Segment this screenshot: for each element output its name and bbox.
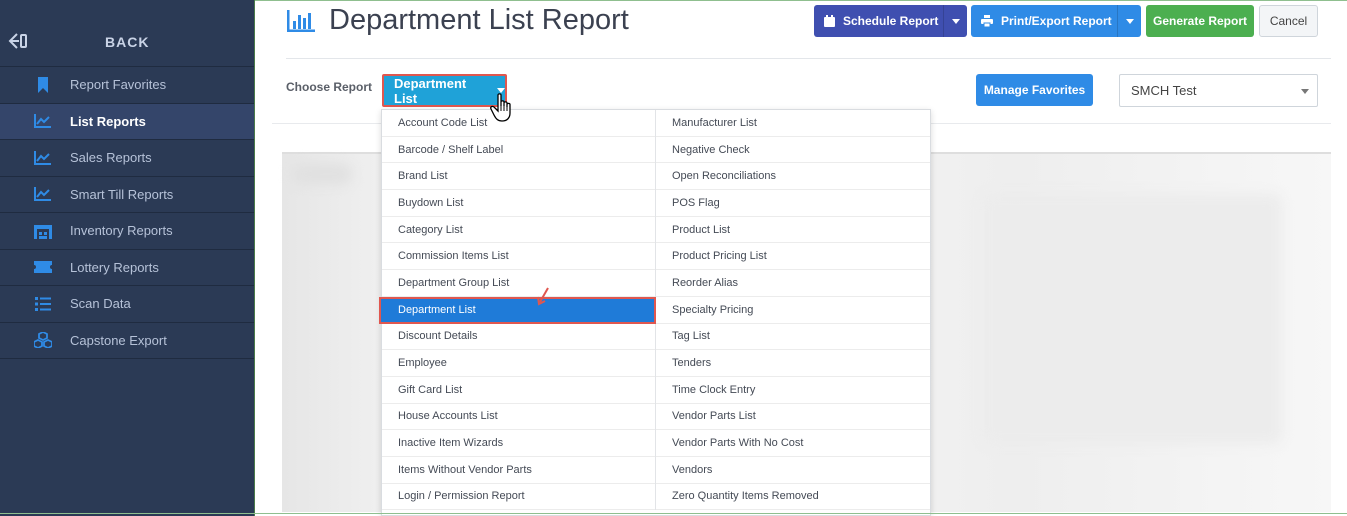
back-button[interactable]: BACK <box>0 0 254 67</box>
back-label: BACK <box>105 34 150 50</box>
sidebar-item-label: Inventory Reports <box>70 223 173 239</box>
generate-report-button[interactable]: Generate Report <box>1146 5 1254 37</box>
dropdown-item-employee[interactable]: Employee <box>382 350 655 377</box>
report-select-label: Department List <box>394 75 467 106</box>
sidebar-item-sales-reports[interactable]: Sales Reports <box>0 140 254 177</box>
sidebar-item-label: Lottery Reports <box>70 259 159 275</box>
warehouse-icon <box>34 223 52 239</box>
sidebar-item-inventory-reports[interactable]: Inventory Reports <box>0 213 254 250</box>
dropdown-item-login-permission-report[interactable]: Login / Permission Report <box>382 484 655 511</box>
dropdown-item-vendor-parts-with-no-cost[interactable]: Vendor Parts With No Cost <box>656 430 930 457</box>
print-dropdown-toggle[interactable] <box>1117 5 1141 37</box>
chevron-down-icon <box>1125 18 1134 24</box>
dropdown-item-account-code-list[interactable]: Account Code List <box>382 110 655 137</box>
sidebar-item-capstone-export[interactable]: Capstone Export <box>0 323 254 359</box>
store-select-value: SMCH Test <box>1131 83 1197 98</box>
dropdown-item-inactive-item-wizards[interactable]: Inactive Item Wizards <box>382 430 655 457</box>
sidebar-item-smart-till-reports[interactable]: Smart Till Reports <box>0 177 254 213</box>
dropdown-item-items-without-vendor-parts[interactable]: Items Without Vendor Parts <box>382 457 655 484</box>
sidebar-item-label: List Reports <box>70 113 146 129</box>
schedule-dropdown-toggle[interactable] <box>943 5 967 37</box>
schedule-report-label: Schedule Report <box>843 14 939 28</box>
dropdown-item-time-clock-entry[interactable]: Time Clock Entry <box>656 377 930 404</box>
dropdown-item-open-reconciliations[interactable]: Open Reconciliations <box>656 163 930 191</box>
cubes-icon <box>34 332 52 349</box>
list-icon <box>34 296 52 312</box>
dropdown-item-reorder-alias[interactable]: Reorder Alias <box>656 270 930 297</box>
dropdown-item-brand-list[interactable]: Brand List <box>382 163 655 191</box>
print-export-button[interactable]: Print/Export Report <box>971 5 1141 37</box>
header-divider <box>286 58 1331 59</box>
red-arrow-annotation-icon <box>537 287 549 306</box>
sidebar-item-label: Scan Data <box>70 296 131 312</box>
back-arrow-icon <box>8 33 27 49</box>
sidebar-nav: Report Favorites List Reports Sales Report… <box>0 67 254 359</box>
dropdown-item-vendors[interactable]: Vendors <box>656 457 930 484</box>
dropdown-item-gift-card-list[interactable]: Gift Card List <box>382 377 655 404</box>
sidebar-item-label: Sales Reports <box>70 150 152 166</box>
dropdown-item-house-accounts-list[interactable]: House Accounts List <box>382 404 655 431</box>
bar-chart-icon <box>287 10 315 32</box>
dropdown-item-manufacturer-list[interactable]: Manufacturer List <box>656 110 930 137</box>
dropdown-item-product-pricing-list[interactable]: Product Pricing List <box>656 243 930 271</box>
dropdown-item-specialty-pricing[interactable]: Specialty Pricing <box>656 297 930 324</box>
dropdown-item-department-list[interactable]: Department List <box>379 296 656 324</box>
chevron-down-icon <box>951 18 960 24</box>
dropdown-item-negative-check[interactable]: Negative Check <box>656 137 930 164</box>
dropdown-column-left: Account Code List Barcode / Shelf Label Br… <box>379 110 656 511</box>
dropdown-item-product-list[interactable]: Product List <box>656 217 930 244</box>
line-chart-icon <box>34 113 52 129</box>
line-chart-icon <box>34 150 52 166</box>
dropdown-item-buydown-list[interactable]: Buydown List <box>382 190 655 217</box>
report-select-button[interactable]: Department List <box>382 74 507 107</box>
ticket-icon <box>34 259 52 275</box>
cancel-button[interactable]: Cancel <box>1259 5 1318 37</box>
report-dropdown-menu: Account Code List Barcode / Shelf Label Br… <box>379 109 931 516</box>
chevron-down-icon <box>1301 89 1309 94</box>
dropdown-item-tag-list[interactable]: Tag List <box>656 324 930 351</box>
sidebar-item-list-reports[interactable]: List Reports <box>0 103 254 140</box>
sidebar-item-lottery-reports[interactable]: Lottery Reports <box>0 250 254 286</box>
store-select[interactable]: SMCH Test <box>1119 74 1318 107</box>
sidebar-item-scan-data[interactable]: Scan Data <box>0 286 254 323</box>
sidebar-item-label: Smart Till Reports <box>70 186 174 202</box>
calendar-icon <box>824 15 835 27</box>
dropdown-item-commission-items-list[interactable]: Commission Items List <box>382 243 655 271</box>
dropdown-item-department-group-list[interactable]: Department Group List <box>382 270 655 297</box>
dropdown-column-right: Manufacturer List Negative Check Open Reco… <box>656 110 930 511</box>
dropdown-item-discount-details[interactable]: Discount Details <box>382 324 655 351</box>
print-export-label: Print/Export Report <box>1001 14 1112 28</box>
schedule-report-button[interactable]: Schedule Report <box>814 5 967 37</box>
dropdown-item-tenders[interactable]: Tenders <box>656 350 930 377</box>
sidebar: BACK Report Favorites List Reports Sales R… <box>0 0 255 516</box>
hand-cursor-icon <box>490 93 511 122</box>
manage-favorites-button[interactable]: Manage Favorites <box>976 74 1093 106</box>
frame-border <box>0 513 1347 514</box>
sidebar-item-label: Report Favorites <box>70 77 167 93</box>
dropdown-item-vendor-parts-list[interactable]: Vendor Parts List <box>656 404 930 431</box>
choose-report-label: Choose Report <box>286 80 373 94</box>
frame-border <box>255 0 1347 1</box>
dropdown-item-pos-flag[interactable]: POS Flag <box>656 190 930 217</box>
printer-icon <box>981 15 993 27</box>
sidebar-item-label: Capstone Export <box>70 332 167 348</box>
dropdown-item-category-list[interactable]: Category List <box>382 217 655 244</box>
page-title: Department List Report <box>329 4 629 36</box>
dropdown-item-zero-quantity-items-removed[interactable]: Zero Quantity Items Removed <box>656 484 930 511</box>
bookmark-icon <box>34 76 52 93</box>
line-chart-icon <box>34 186 52 202</box>
dropdown-item-barcode-shelf-label[interactable]: Barcode / Shelf Label <box>382 137 655 164</box>
sidebar-item-report-favorites[interactable]: Report Favorites <box>0 67 254 104</box>
